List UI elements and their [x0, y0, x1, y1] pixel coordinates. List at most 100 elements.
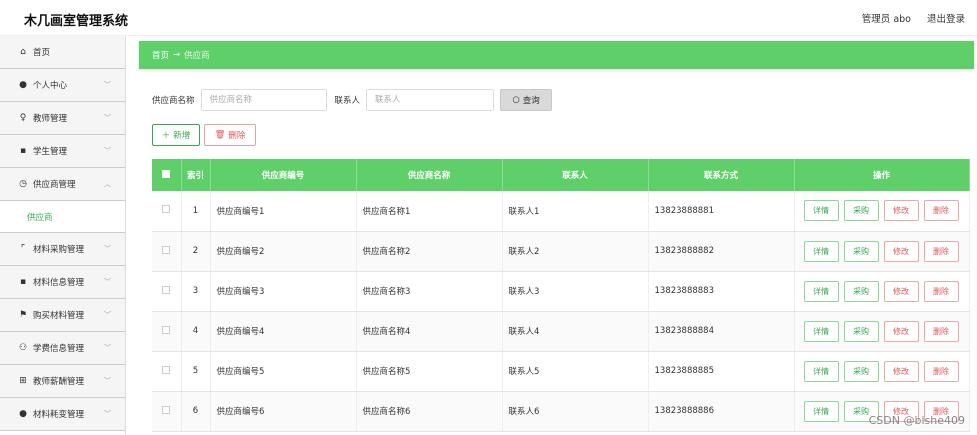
- edit-button[interactable]: 修改: [883, 280, 919, 302]
- sidebar-item-material-purchase[interactable]: ⌜ 材料采购管理 ﹀: [0, 233, 125, 266]
- sidebar-item-label: 材料采购管理: [33, 245, 85, 255]
- watermark: CSDN @bishe409: [868, 414, 965, 427]
- search-row: 供应商名称 联系人 ○ 查询: [152, 88, 553, 111]
- detail-button[interactable]: 详情: [803, 360, 839, 382]
- chevron-down-icon: ﹀: [104, 114, 111, 122]
- add-button[interactable]: ＋ 新增: [152, 124, 200, 146]
- sidebar-item-supplier-mgmt[interactable]: ◷ 供应商管理 ︿: [0, 168, 125, 201]
- edit-button[interactable]: 修改: [883, 200, 919, 222]
- cell-contact: 联系人2: [502, 231, 649, 272]
- admin-label[interactable]: 管理员 abo: [862, 11, 911, 25]
- edit-button[interactable]: 修改: [883, 320, 919, 342]
- detail-button[interactable]: 详情: [803, 400, 839, 422]
- table-row: 4 供应商编号4 供应商名称4 联系人4 13823888884 详情 采购 修改 删除: [152, 311, 970, 352]
- chevron-down-icon: ﹀: [104, 245, 111, 253]
- column-header-operations: 操作: [794, 159, 970, 191]
- detail-button[interactable]: 详情: [803, 200, 839, 222]
- sidebar-item-home[interactable]: ⌂ 首页: [0, 36, 125, 69]
- chevron-down-icon: ﹀: [104, 311, 111, 319]
- cell-index: 2: [181, 231, 211, 272]
- logout-link[interactable]: 退出登录: [927, 11, 965, 25]
- detail-button[interactable]: 详情: [803, 320, 839, 342]
- cell-contact: 联系人1: [502, 191, 649, 232]
- action-row: ＋ 新增 🗑 删除: [152, 124, 256, 146]
- cell-name: 供应商名称1: [356, 191, 503, 232]
- column-header-contact[interactable]: 联系人: [502, 159, 649, 191]
- delete-button[interactable]: 删除: [923, 360, 959, 382]
- cell-phone: 13823888882: [648, 231, 795, 272]
- sidebar: ⌂ 首页 ● 个人中心 ﹀ ♀ 教师管理 ﹀ ▪ 学生管理 ﹀ ◷ 供应商管理 …: [0, 36, 126, 435]
- cell-contact: 联系人6: [502, 391, 649, 432]
- cell-name: 供应商名称3: [356, 271, 503, 312]
- detail-button[interactable]: 详情: [803, 240, 839, 262]
- cell-code: 供应商编号6: [210, 391, 357, 432]
- contact-input[interactable]: [366, 88, 495, 111]
- table-row: 5 供应商编号5 供应商名称5 联系人5 13823888885 详情 采购 修改 删除: [152, 351, 970, 392]
- row-checkbox[interactable]: [152, 191, 182, 232]
- sidebar-subitem-supplier[interactable]: 供应商: [0, 201, 125, 233]
- app-title: 木几画室管理系统: [24, 14, 129, 29]
- delete-button[interactable]: 删除: [923, 320, 959, 342]
- cell-name: 供应商名称5: [356, 351, 503, 392]
- delete-button[interactable]: 删除: [923, 280, 959, 302]
- row-checkbox[interactable]: [152, 231, 182, 272]
- purchase-button[interactable]: 采购: [843, 280, 879, 302]
- sidebar-item-personal-center[interactable]: ● 个人中心 ﹀: [0, 69, 125, 102]
- table-row: 6 供应商编号6 供应商名称6 联系人6 13823888886 详情 采购 修改 删除: [152, 391, 970, 432]
- cell-index: 6: [181, 391, 211, 432]
- column-header-phone: 联系方式: [648, 159, 795, 191]
- trash-icon: 🗑: [214, 130, 226, 140]
- cell-phone: 13823888886: [648, 391, 795, 432]
- delete-button[interactable]: 删除: [923, 200, 959, 222]
- row-checkbox[interactable]: [152, 351, 182, 392]
- cell-contact: 联系人3: [502, 271, 649, 312]
- cell-code: 供应商编号3: [210, 271, 357, 312]
- sidebar-item-tuition[interactable]: ⚇ 学费信息管理 ﹀: [0, 332, 125, 365]
- sidebar-item-teacher[interactable]: ♀ 教师管理 ﹀: [0, 102, 125, 135]
- clipboard-icon: ▪: [19, 277, 27, 287]
- search-icon: ○: [512, 94, 520, 105]
- top-bar: 木几画室管理系统 管理员 abo 退出登录: [0, 0, 977, 36]
- frame-icon: ⌜: [20, 244, 26, 254]
- top-right-menu: 管理员 abo 退出登录: [862, 11, 965, 25]
- table-row: 3 供应商编号3 供应商名称3 联系人3 13823888883 详情 采购 修改 删除: [152, 271, 970, 312]
- row-checkbox[interactable]: [152, 391, 182, 432]
- cell-operations: 详情 采购 修改 删除: [794, 191, 970, 232]
- column-header-code[interactable]: 供应商编号: [210, 159, 357, 191]
- query-button-label: 查询: [522, 95, 540, 106]
- row-checkbox[interactable]: [152, 311, 182, 352]
- select-all-checkbox[interactable]: [152, 159, 182, 191]
- sidebar-item-buy-material[interactable]: ⚑ 购买材料管理 ﹀: [0, 299, 125, 332]
- sidebar-item-material-info[interactable]: ▪ 材料信息管理 ﹀: [0, 266, 125, 299]
- batch-delete-button[interactable]: 🗑 删除: [204, 124, 256, 146]
- supplier-name-input[interactable]: [200, 88, 327, 111]
- home-icon: ⌂: [20, 47, 26, 57]
- column-header-name[interactable]: 供应商名称: [356, 159, 503, 191]
- edit-button[interactable]: 修改: [883, 360, 919, 382]
- sidebar-item-material-change[interactable]: ● 材料耗变管理 ﹀: [0, 398, 125, 431]
- sidebar-item-label: 学生管理: [33, 147, 68, 157]
- purchase-button[interactable]: 采购: [843, 200, 879, 222]
- sidebar-subitem-label: 供应商: [27, 212, 53, 223]
- detail-button[interactable]: 详情: [803, 280, 839, 302]
- edit-button[interactable]: 修改: [883, 240, 919, 262]
- sidebar-item-label: 供应商管理: [33, 180, 76, 190]
- sidebar-item-label: 学费信息管理: [33, 344, 85, 354]
- purchase-button[interactable]: 采购: [843, 360, 879, 382]
- breadcrumb-current: 供应商: [184, 51, 210, 61]
- breadcrumb-home[interactable]: 首页: [152, 49, 169, 61]
- purchase-button[interactable]: 采购: [843, 240, 879, 262]
- sidebar-item-student[interactable]: ▪ 学生管理 ﹀: [0, 135, 125, 168]
- purchase-button[interactable]: 采购: [843, 320, 879, 342]
- row-checkbox[interactable]: [152, 271, 182, 312]
- sidebar-item-label: 个人中心: [33, 81, 68, 91]
- cell-contact: 联系人4: [502, 311, 649, 352]
- breadcrumb-arrow-icon: →: [173, 50, 181, 60]
- delete-button[interactable]: 删除: [923, 240, 959, 262]
- query-button[interactable]: ○ 查询: [500, 88, 553, 111]
- grid-icon: ⊞: [19, 376, 27, 386]
- cell-name: 供应商名称4: [356, 311, 503, 352]
- chevron-down-icon: ﹀: [104, 344, 111, 352]
- cell-index: 1: [181, 191, 211, 232]
- sidebar-item-teacher-salary[interactable]: ⊞ 教师薪酬管理 ﹀: [0, 365, 125, 398]
